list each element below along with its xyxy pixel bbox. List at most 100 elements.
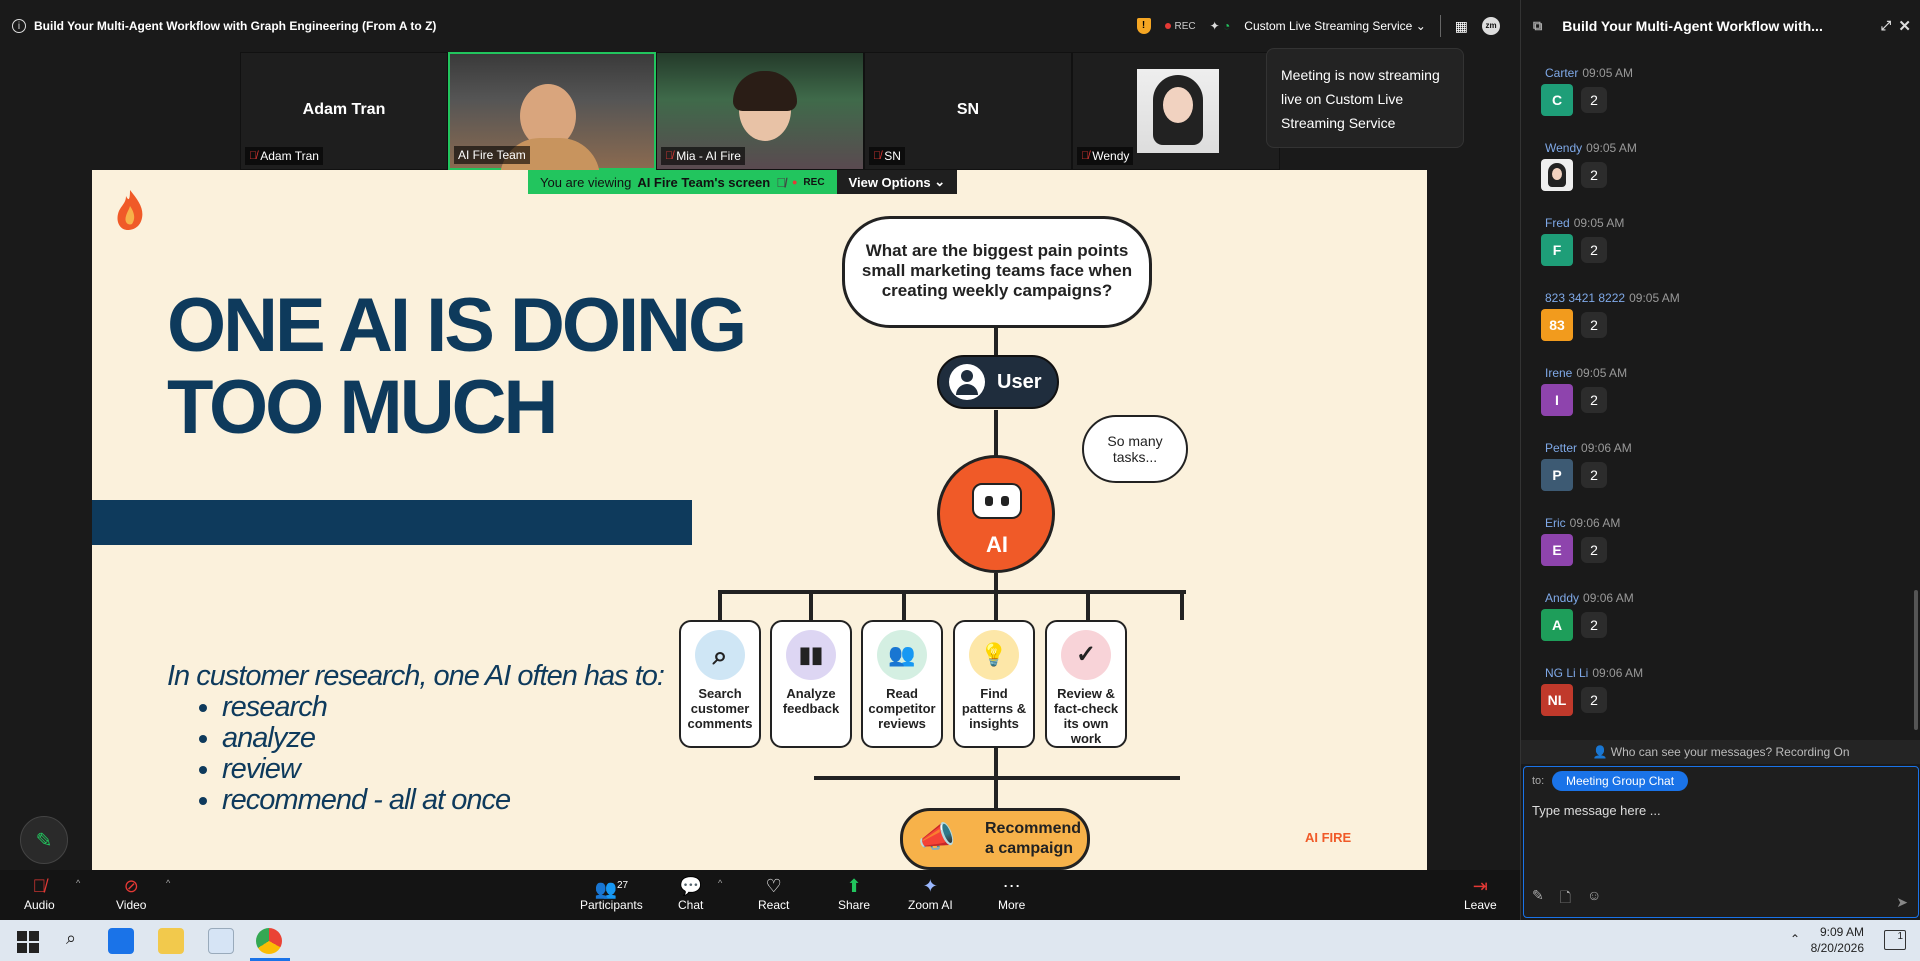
system-clock[interactable]: 9:09 AM 8/20/2026 bbox=[1811, 924, 1864, 956]
pen-icon: ✎ bbox=[35, 829, 53, 852]
video-options-caret-icon[interactable]: ^ bbox=[166, 878, 170, 888]
bullet-item: analyze bbox=[222, 723, 510, 754]
meeting-toolbar: 🎙̸ Audio ^ ⊘ Video ^ 👥27 Participants 💬 … bbox=[0, 870, 1520, 920]
avatar: I bbox=[1541, 384, 1573, 416]
message-text: 2 bbox=[1581, 687, 1607, 713]
view-options-button[interactable]: View Options ⌄ bbox=[836, 170, 958, 194]
format-icon[interactable]: ✎ bbox=[1532, 887, 1544, 911]
robot-icon bbox=[972, 483, 1022, 519]
message-text: 2 bbox=[1581, 387, 1607, 413]
security-shield-icon[interactable]: ! bbox=[1136, 18, 1151, 34]
expand-icon[interactable]: ⤢ bbox=[1881, 18, 1891, 34]
leave-label: Leave bbox=[1464, 898, 1497, 912]
connector bbox=[809, 590, 813, 620]
lightbulb-icon: 💡 bbox=[969, 630, 1019, 680]
more-button[interactable]: ⋯ More bbox=[998, 874, 1025, 912]
annotate-pen-button[interactable]: ✎ bbox=[20, 816, 68, 864]
participant-name: Mia - AI Fire bbox=[676, 149, 741, 163]
shared-screen-slide: ONE AI IS DOING TOO MUCH In customer res… bbox=[92, 170, 1427, 870]
chat-scrollbar[interactable] bbox=[1914, 590, 1918, 730]
chrome-icon[interactable] bbox=[256, 928, 282, 954]
share-label: Share bbox=[838, 898, 871, 912]
avatar: E bbox=[1541, 534, 1573, 566]
headline-line-1: ONE AI IS DOING bbox=[167, 283, 747, 368]
avatar: C bbox=[1541, 84, 1573, 116]
share-button[interactable]: ⬆ Share bbox=[838, 874, 870, 912]
popout-icon[interactable]: ⧉ bbox=[1533, 18, 1542, 34]
search-icon[interactable]: ⌕ bbox=[58, 928, 84, 954]
bullet-item: research bbox=[222, 692, 510, 723]
avatar bbox=[1541, 159, 1573, 191]
snipping-tool-icon[interactable] bbox=[208, 928, 234, 954]
react-button[interactable]: ♡ React bbox=[758, 874, 789, 912]
avatar: A bbox=[1541, 609, 1573, 641]
video-tile[interactable]: 🎙̸ Mia - AI Fire bbox=[656, 52, 864, 170]
profile-photo bbox=[1137, 69, 1219, 153]
message-sender: Wendy 09:05 AM bbox=[1545, 141, 1637, 155]
connector bbox=[902, 590, 906, 620]
zoom-logo-icon: zm bbox=[1482, 17, 1500, 35]
viewing-label: You are viewing AI Fire Team's screen 🎙̸… bbox=[528, 170, 837, 194]
store-icon[interactable] bbox=[108, 928, 134, 954]
ai-sparkle-icon[interactable]: ✦ ◔ bbox=[1210, 19, 1231, 33]
mic-muted-icon: 🎙̸ bbox=[665, 150, 674, 162]
user-node-label: User bbox=[997, 370, 1042, 393]
ai-node-label: AI bbox=[986, 532, 1008, 557]
leave-button[interactable]: ⇥ Leave bbox=[1464, 874, 1497, 912]
audio-options-caret-icon[interactable]: ^ bbox=[76, 878, 80, 888]
video-tile-active-speaker[interactable]: AI Fire Team bbox=[448, 52, 656, 178]
video-button[interactable]: ⊘ Video bbox=[116, 874, 146, 912]
participants-button[interactable]: 👥27 Participants bbox=[580, 874, 643, 912]
participant-name: Wendy bbox=[1092, 149, 1130, 163]
participant-display-name: Adam Tran bbox=[302, 101, 386, 118]
chat-message: Irene 09:05 AM I 2 bbox=[1531, 366, 1891, 441]
zoom-ai-button[interactable]: ✦ Zoom AI bbox=[908, 874, 953, 912]
participant-label: 🎙̸ Mia - AI Fire bbox=[661, 147, 745, 165]
chevron-up-icon[interactable]: ⌃ bbox=[1790, 932, 1800, 946]
task-card: ⌕ Search customer comments bbox=[679, 620, 761, 748]
chat-message: Fred 09:05 AM F 2 bbox=[1531, 216, 1891, 291]
info-icon[interactable]: i bbox=[12, 19, 26, 33]
connector bbox=[1180, 590, 1184, 620]
notification-icon[interactable]: 1 bbox=[1884, 930, 1906, 950]
task-card: 👥 Read competitor reviews bbox=[861, 620, 943, 748]
chat-button[interactable]: 💬 Chat bbox=[678, 874, 703, 912]
mic-muted-icon: 🎙̸ bbox=[249, 150, 258, 162]
folder-icon[interactable] bbox=[158, 928, 184, 954]
file-icon[interactable]: 🗋 bbox=[1560, 887, 1571, 911]
who-can-see-link[interactable]: 👤 Who can see your messages? Recording O… bbox=[1521, 740, 1920, 764]
video-tile[interactable]: SN 🎙̸ SN bbox=[864, 52, 1072, 170]
recording-dot-icon: ● bbox=[791, 177, 798, 187]
message-sender: Petter 09:06 AM bbox=[1545, 441, 1632, 455]
ai-fire-logo-icon bbox=[117, 190, 143, 230]
leave-icon: ⇥ bbox=[1472, 876, 1488, 896]
message-input[interactable]: Type message here ... bbox=[1532, 803, 1661, 818]
chat-options-caret-icon[interactable]: ^ bbox=[718, 878, 722, 888]
avatar: NL bbox=[1541, 684, 1573, 716]
user-icon bbox=[949, 364, 985, 400]
close-icon[interactable]: ✕ bbox=[1898, 17, 1911, 35]
message-sender: Irene 09:05 AM bbox=[1545, 366, 1628, 380]
audio-button[interactable]: 🎙̸ Audio bbox=[24, 874, 55, 912]
video-tile[interactable]: 🎙̸ Wendy bbox=[1072, 52, 1280, 170]
connector bbox=[718, 590, 1186, 594]
live-stream-dropdown[interactable]: Custom Live Streaming Service ⌄ bbox=[1244, 19, 1425, 33]
message-text: 2 bbox=[1581, 87, 1607, 113]
gallery-view-icon[interactable]: ▦ bbox=[1455, 18, 1468, 35]
chat-message: Wendy 09:05 AM 2 bbox=[1531, 141, 1891, 216]
task-card-label: Search customer comments bbox=[687, 686, 753, 731]
zoom-ai-label: Zoom AI bbox=[908, 898, 953, 912]
emoji-icon[interactable]: ☺ bbox=[1587, 887, 1601, 911]
connector bbox=[994, 410, 998, 456]
video-tile[interactable]: Adam Tran 🎙̸ Adam Tran bbox=[240, 52, 448, 170]
avatar: P bbox=[1541, 459, 1573, 491]
message-text: 2 bbox=[1581, 162, 1607, 188]
recipient-select[interactable]: Meeting Group Chat bbox=[1552, 771, 1689, 791]
participant-name: AI Fire Team bbox=[458, 148, 526, 162]
send-icon[interactable]: ➤ bbox=[1896, 894, 1908, 911]
more-icon: ⋯ bbox=[1002, 876, 1021, 896]
connector bbox=[994, 590, 998, 620]
windows-start-icon[interactable] bbox=[14, 928, 40, 954]
message-text: 2 bbox=[1581, 312, 1607, 338]
participant-label: 🎙̸ SN bbox=[869, 147, 905, 165]
